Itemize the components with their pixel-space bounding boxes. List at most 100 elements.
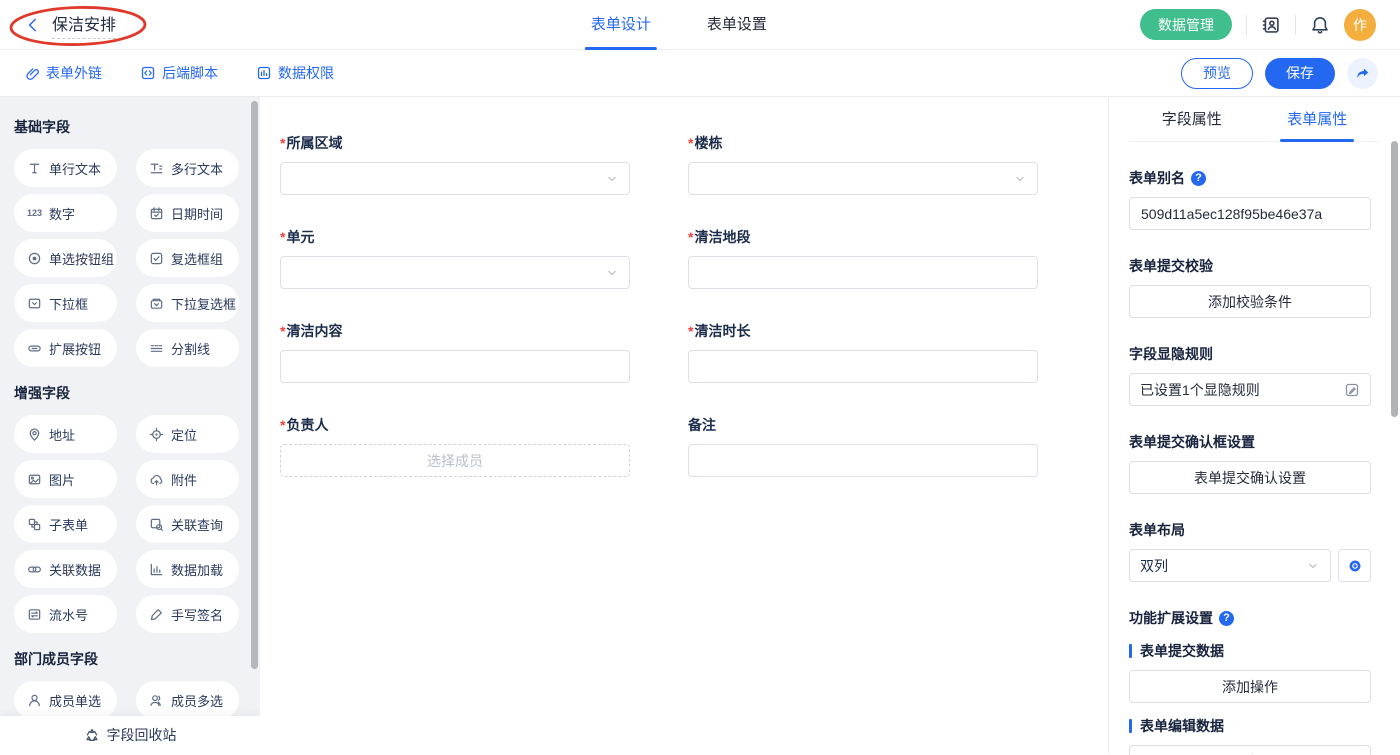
- recycle-label: 字段回收站: [107, 725, 177, 745]
- tool-link-label: 数据权限: [278, 63, 334, 83]
- select-member-button[interactable]: 选择成员: [280, 444, 630, 477]
- field-type-number[interactable]: 123数字: [14, 194, 117, 232]
- form-field-owner[interactable]: *负责人 选择成员: [280, 415, 630, 477]
- avatar[interactable]: 作: [1344, 9, 1376, 41]
- chevron-down-icon: [1013, 172, 1027, 186]
- field-type-locate[interactable]: 定位: [136, 415, 239, 453]
- required-asterisk: *: [280, 323, 285, 339]
- unit-select[interactable]: [280, 256, 630, 289]
- contact-book-icon[interactable]: [1261, 15, 1281, 35]
- field-type-member-multi[interactable]: 成员多选: [136, 681, 239, 719]
- form-toolbar: 表单外链 后端脚本 数据权限 预览 保存: [0, 50, 1400, 97]
- form-field-building[interactable]: *楼栋: [688, 133, 1038, 195]
- bell-icon[interactable]: [1310, 15, 1330, 35]
- field-type-radio-group[interactable]: 单选按钮组: [14, 239, 117, 277]
- share-button[interactable]: [1347, 58, 1378, 89]
- required-asterisk: *: [280, 417, 285, 433]
- tab-form-design[interactable]: 表单设计: [591, 0, 651, 50]
- backend-script-button[interactable]: 后端脚本: [140, 63, 218, 83]
- submit-confirm-settings-button[interactable]: 表单提交确认设置: [1129, 461, 1371, 494]
- preview-button[interactable]: 预览: [1181, 58, 1253, 89]
- field-type-serial-number[interactable]: 流水号: [14, 595, 117, 633]
- visibility-rules-box[interactable]: 已设置1个显隐规则: [1129, 373, 1371, 406]
- field-type-label: 下拉复选框: [171, 294, 236, 313]
- dropdown-multi-icon: [149, 296, 164, 311]
- field-type-datetime[interactable]: 日期时间: [136, 194, 239, 232]
- back-button[interactable]: 保洁安排: [24, 11, 116, 39]
- add-validation-condition-button[interactable]: 添加校验条件: [1129, 285, 1371, 318]
- remark-input[interactable]: [688, 444, 1038, 477]
- panel-scrollbar[interactable]: [1391, 141, 1398, 417]
- recycle-icon: [84, 727, 100, 743]
- field-type-signature[interactable]: 手写签名: [136, 595, 239, 633]
- clean-area-input[interactable]: [688, 256, 1038, 289]
- edit-pencil-icon[interactable]: [1344, 382, 1360, 398]
- field-visibility-rules-label: 字段显隐规则: [1129, 344, 1371, 364]
- related-query-icon: [149, 517, 164, 532]
- header-tabs: 表单设计 表单设置: [591, 0, 767, 50]
- field-type-label: 日期时间: [171, 204, 223, 223]
- field-type-member-single[interactable]: 成员单选: [14, 681, 117, 719]
- form-design-canvas[interactable]: *所属区域 *楼栋 *单元 *清洁地段 *清洁内容 *清洁时长: [260, 97, 1108, 754]
- form-field-clean-content[interactable]: *清洁内容: [280, 321, 630, 383]
- field-type-data-load[interactable]: 数据加载: [136, 550, 239, 588]
- tool-link-label: 表单外链: [46, 63, 102, 83]
- form-field-clean-duration[interactable]: *清洁时长: [688, 321, 1038, 383]
- tab-field-properties[interactable]: 字段属性: [1129, 97, 1255, 141]
- data-manage-button[interactable]: 数据管理: [1140, 9, 1232, 40]
- field-type-attachment[interactable]: 附件: [136, 460, 239, 498]
- gear-icon: [1347, 558, 1363, 574]
- sidebar-scrollbar[interactable]: [251, 101, 258, 669]
- field-type-checkbox-group[interactable]: 复选框组: [136, 239, 239, 277]
- single-line-text-icon: [27, 161, 42, 176]
- field-type-single-line-text[interactable]: 单行文本: [14, 149, 117, 187]
- region-select[interactable]: [280, 162, 630, 195]
- dropdown-icon: [27, 296, 42, 311]
- layout-select[interactable]: 双列: [1129, 549, 1331, 582]
- clean-duration-input[interactable]: [688, 350, 1038, 383]
- field-label: 清洁时长: [694, 323, 750, 339]
- field-type-related-query[interactable]: 关联查询: [136, 505, 239, 543]
- data-load-icon: [149, 562, 164, 577]
- serial-number-icon: [27, 607, 42, 622]
- form-alias-input[interactable]: 509d11a5ec128f95be46e37a: [1129, 197, 1371, 230]
- field-type-divider-line[interactable]: 分割线: [136, 329, 239, 367]
- field-type-address[interactable]: 地址: [14, 415, 117, 453]
- form-field-unit[interactable]: *单元: [280, 227, 630, 289]
- field-type-subform[interactable]: 子表单: [14, 505, 117, 543]
- field-type-label: 关联数据: [49, 560, 101, 579]
- tool-link-label: 后端脚本: [162, 63, 218, 83]
- field-type-multi-line-text[interactable]: 多行文本: [136, 149, 239, 187]
- related-data-icon: [27, 562, 42, 577]
- field-type-dropdown[interactable]: 下拉框: [14, 284, 117, 322]
- header-right-group: 数据管理 作: [1140, 9, 1376, 41]
- clean-content-input[interactable]: [280, 350, 630, 383]
- form-field-clean-area[interactable]: *清洁地段: [688, 227, 1038, 289]
- field-label: 所属区域: [286, 135, 342, 151]
- building-select[interactable]: [688, 162, 1038, 195]
- page-title[interactable]: 保洁安排: [52, 11, 116, 39]
- tab-form-properties[interactable]: 表单属性: [1255, 97, 1381, 141]
- field-type-image[interactable]: 图片: [14, 460, 117, 498]
- tab-form-settings[interactable]: 表单设置: [707, 0, 767, 50]
- field-type-extend-button[interactable]: 扩展按钮: [14, 329, 117, 367]
- edit-data-add-action-button[interactable]: 添加操作: [1129, 745, 1371, 755]
- required-asterisk: *: [688, 229, 693, 245]
- save-button[interactable]: 保存: [1265, 58, 1335, 89]
- form-field-remark[interactable]: 备注: [688, 415, 1038, 477]
- field-type-dropdown-multi[interactable]: 下拉复选框: [136, 284, 239, 322]
- layout-settings-button[interactable]: [1338, 549, 1371, 582]
- field-recycle-bin-button[interactable]: 字段回收站: [0, 716, 260, 754]
- help-icon[interactable]: [1219, 611, 1234, 626]
- data-permission-button[interactable]: 数据权限: [256, 63, 334, 83]
- form-external-link-button[interactable]: 表单外链: [24, 63, 102, 83]
- required-asterisk: *: [280, 135, 285, 151]
- chevron-down-icon: [605, 172, 619, 186]
- field-type-related-data[interactable]: 关联数据: [14, 550, 117, 588]
- help-icon[interactable]: [1191, 171, 1206, 186]
- field-type-label: 复选框组: [171, 249, 223, 268]
- submit-data-add-action-button[interactable]: 添加操作: [1129, 670, 1371, 703]
- field-type-label: 数字: [49, 204, 75, 223]
- form-field-region[interactable]: *所属区域: [280, 133, 630, 195]
- layout-select-value: 双列: [1140, 556, 1168, 576]
